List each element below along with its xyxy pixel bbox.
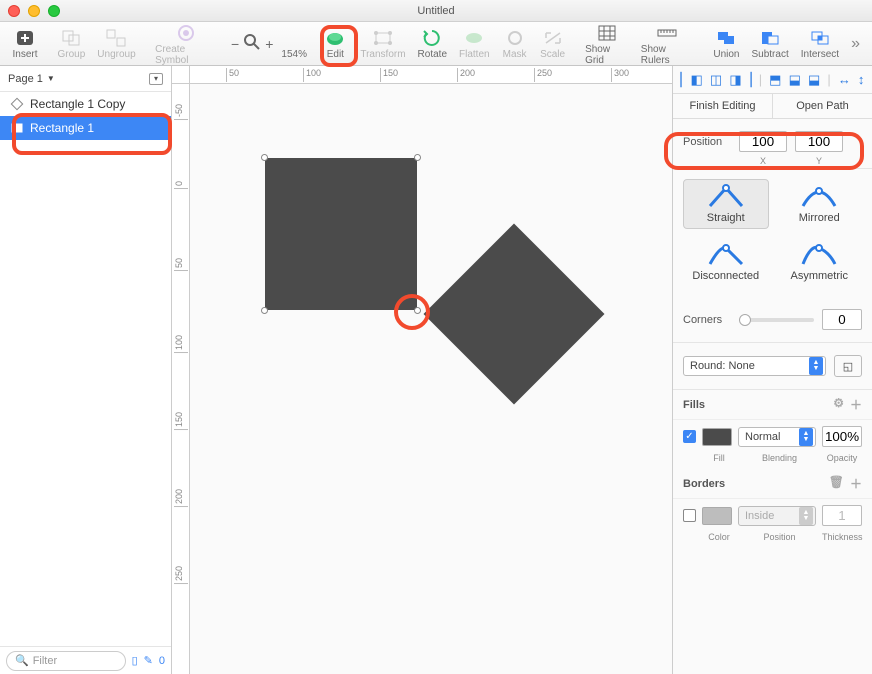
close-window-icon[interactable] — [8, 5, 20, 17]
vertical-ruler: -50 0 50 100 150 200 250 — [172, 84, 190, 674]
distribute-h-icon[interactable]: ↔ — [838, 72, 851, 87]
corner-options-button[interactable]: ◱ — [834, 355, 862, 377]
align-top-icon[interactable]: ⬒ — [769, 72, 781, 88]
layer-item[interactable]: Rectangle 1 — [0, 116, 171, 140]
canvas-area: 50 100 150 200 250 300 -50 0 50 100 150 … — [172, 66, 672, 674]
subtract-button[interactable]: Subtract — [745, 27, 794, 60]
align-vcenter-icon[interactable]: ⬓ — [789, 72, 801, 88]
zoom-out-button[interactable]: − — [231, 36, 239, 52]
fills-header: Fills — [683, 399, 705, 411]
blend-mode-select[interactable]: Normal ▲▼ — [738, 427, 816, 447]
align-right-icon[interactable]: ◨▕ — [729, 72, 751, 88]
insert-button[interactable]: Insert — [6, 27, 44, 60]
shape-rectangle-1[interactable] — [265, 158, 417, 310]
ungroup-button[interactable]: Ungroup — [91, 27, 141, 60]
gear-icon[interactable]: ⚙ — [833, 396, 844, 413]
corners-slider[interactable] — [739, 318, 814, 322]
unused-symbols-icon[interactable]: ▯ — [132, 654, 138, 667]
rotate-button[interactable]: Rotate — [412, 27, 453, 60]
show-grid-button[interactable]: Show Grid — [579, 22, 635, 66]
point-type-asymmetric[interactable]: Asymmetric — [777, 237, 863, 287]
round-select[interactable]: Round: None ▲▼ — [683, 356, 826, 376]
inspector-panel: ▏◧ ◫ ◨▕ | ⬒ ⬓ ⬓ | ↔ ↕ Finish Editing Ope… — [672, 66, 872, 674]
page-panel-toggle-icon[interactable]: ▾ — [149, 73, 163, 85]
alignment-row: ▏◧ ◫ ◨▕ | ⬒ ⬓ ⬓ | ↔ ↕ — [673, 66, 872, 94]
position-label: Position — [683, 136, 731, 148]
point-type-straight[interactable]: Straight — [683, 179, 769, 229]
position-y-input[interactable] — [795, 131, 843, 152]
canvas[interactable] — [190, 84, 672, 674]
window-title: Untitled — [417, 5, 454, 17]
fill-color-swatch[interactable] — [702, 428, 732, 446]
chevron-down-icon: ▼ — [47, 74, 55, 83]
page-selector[interactable]: Page 1 ▼ ▾ — [0, 66, 171, 92]
align-hcenter-icon[interactable]: ◫ — [710, 72, 722, 88]
scale-button[interactable]: Scale — [534, 27, 572, 60]
position-x-input[interactable] — [739, 131, 787, 152]
point-type-mirrored[interactable]: Mirrored — [777, 179, 863, 229]
slice-tool-icon[interactable]: ✎ — [144, 654, 153, 667]
select-arrows-icon: ▲▼ — [809, 357, 823, 375]
zoom-in-button[interactable]: + — [265, 36, 273, 52]
zoom-percent: 154% — [281, 49, 307, 60]
shape-rectangle-1-copy[interactable] — [404, 204, 624, 424]
corners-label: Corners — [683, 314, 731, 326]
finish-editing-button[interactable]: Finish Editing — [673, 94, 773, 118]
union-button[interactable]: Union — [707, 27, 745, 60]
vector-handle[interactable] — [261, 307, 268, 314]
create-symbol-button[interactable]: Create Symbol — [149, 22, 223, 66]
border-color-swatch[interactable] — [702, 507, 732, 525]
vector-handle[interactable] — [261, 154, 268, 161]
edit-button[interactable]: Edit — [316, 27, 354, 60]
border-thickness-input[interactable] — [822, 505, 862, 526]
layer-list: Rectangle 1 Copy Rectangle 1 — [0, 92, 171, 646]
rectangle-shape-icon — [10, 121, 24, 135]
add-border-icon[interactable]: ＋ — [850, 475, 862, 492]
vector-handle[interactable] — [414, 307, 421, 314]
show-rulers-button[interactable]: Show Rulers — [635, 22, 700, 66]
maximize-window-icon[interactable] — [48, 5, 60, 17]
horizontal-ruler: 50 100 150 200 250 300 — [190, 66, 672, 84]
border-position-select[interactable]: Inside ▲▼ — [738, 506, 816, 526]
unused-count: 0 — [159, 655, 165, 667]
intersect-button[interactable]: Intersect — [795, 27, 845, 60]
borders-header: Borders — [683, 478, 725, 490]
align-bottom-icon[interactable]: ⬓ — [808, 72, 820, 88]
layers-panel: Page 1 ▼ ▾ Rectangle 1 Copy Rectangle 1 … — [0, 66, 172, 674]
window-titlebar: Untitled — [0, 0, 872, 22]
diamond-shape-icon — [10, 97, 24, 111]
open-path-button[interactable]: Open Path — [773, 94, 872, 118]
align-left-icon[interactable]: ▏◧ — [681, 72, 703, 88]
flatten-button[interactable]: Flatten — [453, 27, 496, 60]
transform-button[interactable]: Transform — [354, 27, 411, 60]
fill-opacity-input[interactable] — [822, 426, 862, 447]
corners-input[interactable] — [822, 309, 862, 330]
minimize-window-icon[interactable] — [28, 5, 40, 17]
layer-item[interactable]: Rectangle 1 Copy — [0, 92, 171, 116]
mask-button[interactable]: Mask — [496, 27, 534, 60]
fill-enabled-checkbox[interactable]: ✓ — [683, 430, 696, 443]
group-button[interactable]: Group — [51, 27, 91, 60]
distribute-v-icon[interactable]: ↕ — [858, 72, 865, 87]
zoom-control: − + — [223, 33, 281, 54]
select-arrows-icon: ▲▼ — [799, 507, 813, 525]
main-toolbar: Insert Group Ungroup Create Symbol − + 1… — [0, 22, 872, 66]
select-arrows-icon: ▲▼ — [799, 428, 813, 446]
vector-handle[interactable] — [414, 154, 421, 161]
zoom-icon — [243, 33, 261, 54]
trash-icon[interactable]: 🗑 — [829, 475, 844, 492]
layer-filter-input[interactable]: 🔍 Filter — [6, 651, 126, 671]
add-fill-icon[interactable]: ＋ — [850, 396, 862, 413]
sidebar-bottom-bar: 🔍 Filter ▯ ✎ 0 — [0, 646, 171, 674]
border-enabled-checkbox[interactable] — [683, 509, 696, 522]
search-icon: 🔍 — [15, 654, 29, 667]
point-type-disconnected[interactable]: Disconnected — [683, 237, 769, 287]
toolbar-overflow-button[interactable]: » — [845, 35, 866, 53]
